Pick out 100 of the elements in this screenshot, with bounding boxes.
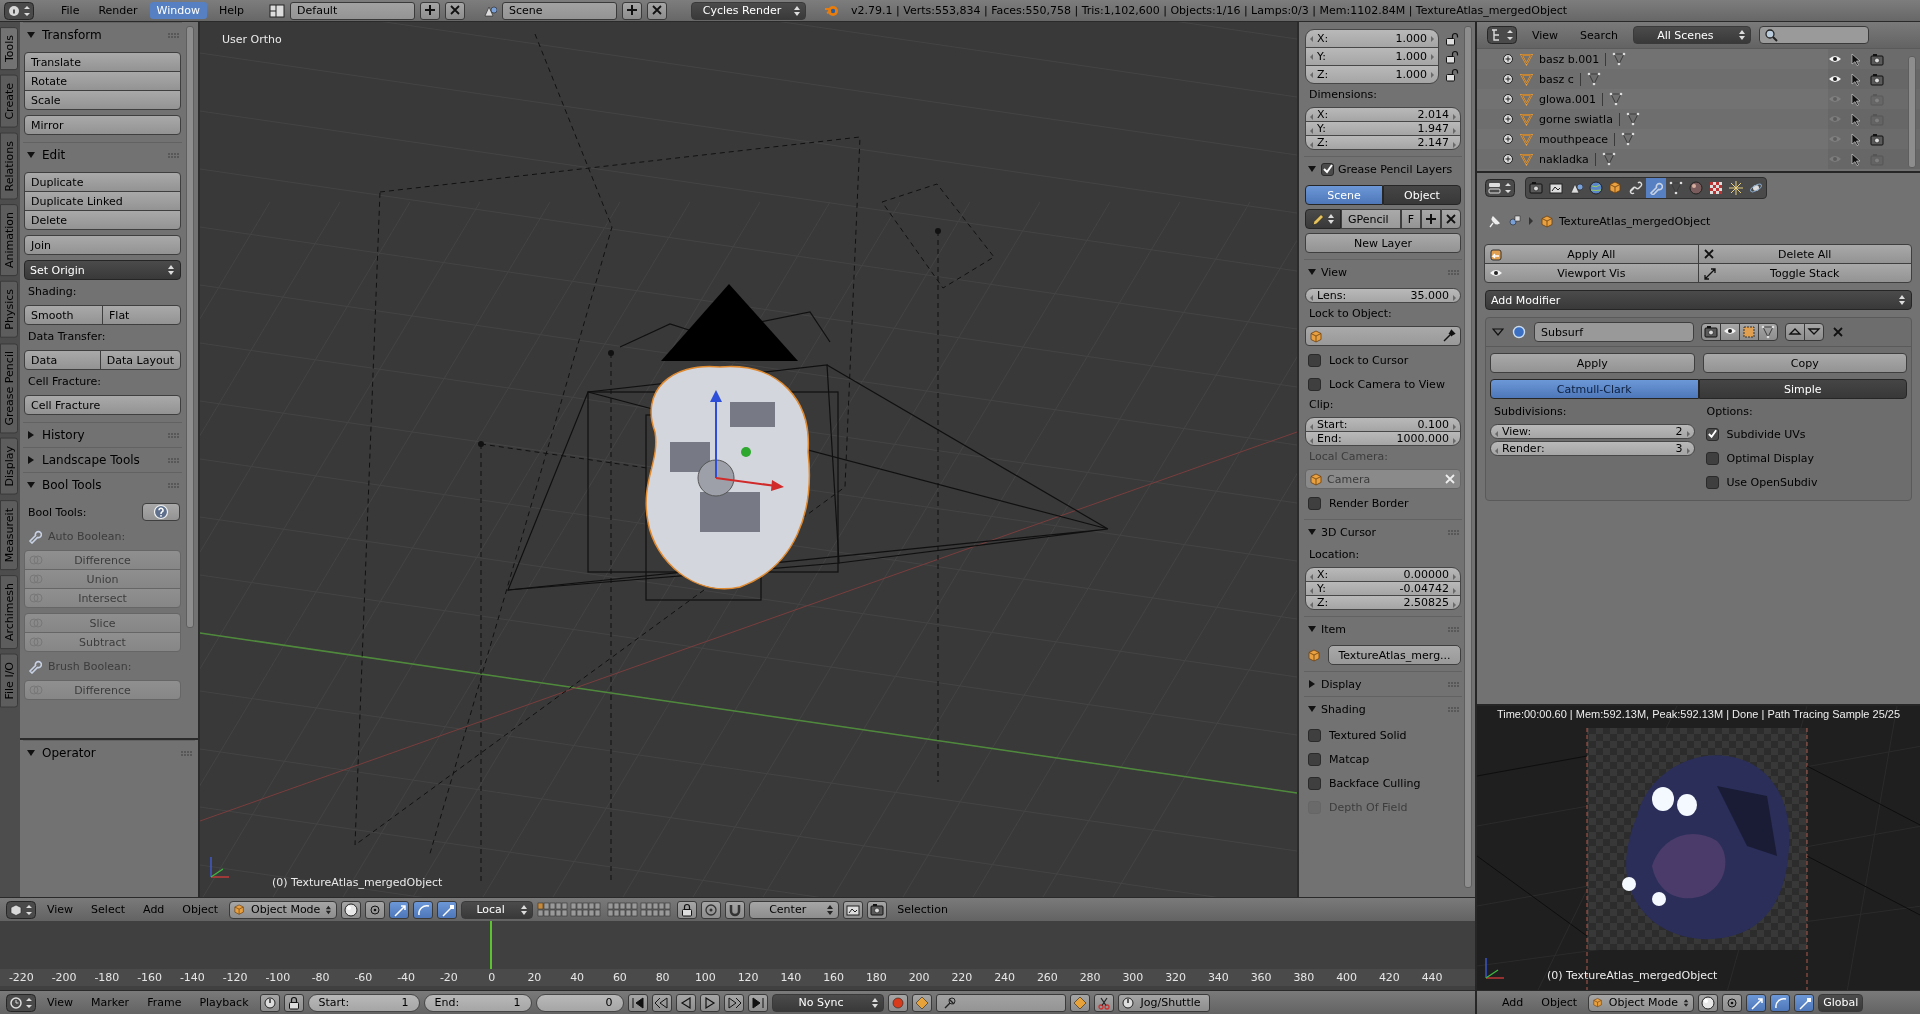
filter-dropdown[interactable]: All Scenes: [1632, 26, 1751, 44]
start-frame-field[interactable]: Start: 1: [307, 993, 420, 1012]
menu-item[interactable]: Add: [1495, 994, 1531, 1011]
action-button[interactable]: Delete All: [1697, 244, 1912, 264]
flag-button[interactable]: F: [1401, 209, 1421, 229]
tool-button[interactable]: Delete: [24, 210, 181, 230]
menu-item[interactable]: Help: [211, 2, 252, 19]
orientation-dropdown[interactable]: Global: [1818, 993, 1864, 1012]
number-field[interactable]: End: 1000.000: [1305, 431, 1461, 446]
action-button[interactable]: Apply All: [1484, 244, 1699, 264]
number-field[interactable]: Z: 2.147: [1305, 135, 1461, 150]
tool-button[interactable]: Mirror: [24, 115, 181, 135]
outliner-item[interactable]: basz c: [1539, 72, 1574, 86]
tab[interactable]: Object: [1383, 185, 1461, 205]
tool-button[interactable]: Scale: [24, 90, 181, 110]
panel-title[interactable]: Edit: [42, 148, 162, 162]
panel-title[interactable]: Transform: [42, 28, 162, 42]
menu-item[interactable]: Add: [136, 901, 172, 918]
side-tab[interactable]: Grease Pencil: [0, 342, 18, 434]
tool-button[interactable]: Data Layout: [99, 350, 181, 370]
menu-item[interactable]: Playback: [192, 994, 256, 1011]
mode-dropdown[interactable]: Object Mode: [1588, 993, 1695, 1012]
checkbox[interactable]: Lock Camera to View: [1305, 374, 1461, 394]
end-frame-field[interactable]: End: 1: [423, 993, 532, 1012]
menu-item[interactable]: Search: [1573, 26, 1625, 44]
menu-item[interactable]: Object: [1534, 994, 1585, 1011]
add-modifier-dropdown[interactable]: Add Modifier: [1485, 290, 1912, 310]
layout-field[interactable]: Default: [290, 1, 416, 20]
menu-item[interactable]: View: [1525, 26, 1566, 44]
panel-title[interactable]: Item: [1321, 622, 1444, 636]
tool-button[interactable]: Flat: [102, 305, 181, 325]
menu-item[interactable]: Frame: [140, 994, 189, 1011]
outliner-item[interactable]: basz b.001: [1539, 52, 1600, 66]
checkbox[interactable]: Textured Solid: [1305, 725, 1461, 745]
action-button[interactable]: Toggle Stack: [1697, 263, 1912, 283]
tab[interactable]: Scene: [1305, 185, 1383, 205]
side-tab[interactable]: Display: [0, 438, 18, 495]
scene-field[interactable]: Scene: [502, 1, 618, 20]
panel-title[interactable]: View: [1321, 265, 1444, 279]
modifier-button[interactable]: Apply: [1490, 353, 1695, 373]
checkbox[interactable]: Matcap: [1305, 749, 1461, 769]
menu-item[interactable]: View: [40, 901, 81, 918]
menu-item[interactable]: Render: [91, 2, 145, 19]
side-tab[interactable]: Measureit: [0, 499, 18, 571]
menu-item[interactable]: Object: [175, 901, 226, 918]
tool-button[interactable]: Translate: [24, 52, 181, 72]
checkbox[interactable]: Lock to Cursor: [1305, 350, 1461, 370]
current-frame-field[interactable]: 0: [535, 993, 624, 1012]
tool-button[interactable]: Cell Fracture: [24, 395, 181, 415]
outliner-item[interactable]: glowa.001: [1539, 92, 1596, 106]
panel-title[interactable]: Operator: [42, 746, 175, 760]
action-button[interactable]: Viewport Vis: [1484, 263, 1699, 283]
side-tab[interactable]: Physics: [0, 281, 18, 338]
tool-button[interactable]: Join: [24, 235, 181, 255]
object-name-field[interactable]: TextureAtlas_merg...: [1328, 645, 1461, 665]
checkbox[interactable]: Backface Culling: [1305, 773, 1461, 793]
tab[interactable]: Simple: [1698, 379, 1907, 399]
side-tab[interactable]: Create: [0, 75, 18, 128]
side-tab[interactable]: Animation: [0, 204, 18, 277]
panel-title[interactable]: Landscape Tools: [42, 453, 162, 467]
sync-dropdown[interactable]: No Sync: [771, 993, 884, 1012]
mode-dropdown[interactable]: Object Mode: [229, 900, 338, 919]
menu-item[interactable]: Marker: [84, 994, 137, 1011]
modifier-name-field[interactable]: Subsurf: [1534, 322, 1694, 342]
menu-item[interactable]: Window: [149, 2, 207, 19]
side-tab[interactable]: Relations: [0, 132, 18, 200]
outliner-item[interactable]: mouthpeace: [1539, 132, 1608, 146]
menu-item[interactable]: View: [40, 994, 81, 1011]
tool-button[interactable]: Duplicate Linked: [24, 191, 181, 211]
tool-button[interactable]: Data: [24, 350, 101, 370]
panel-title[interactable]: History: [42, 428, 162, 442]
tool-button[interactable]: Duplicate: [24, 172, 181, 192]
panel-title[interactable]: Shading: [1321, 702, 1444, 716]
number-field[interactable]: View: 2: [1490, 424, 1695, 439]
render-engine-dropdown[interactable]: Cycles Render: [691, 1, 807, 20]
snap-target-dropdown[interactable]: Center: [749, 900, 840, 919]
number-field[interactable]: Z: 2.50825: [1305, 595, 1461, 610]
menu-item[interactable]: Select: [84, 901, 133, 918]
modifier-button[interactable]: Copy: [1702, 353, 1907, 373]
panel-button[interactable]: New Layer: [1305, 233, 1461, 253]
number-field[interactable]: Y: 1.000: [1305, 47, 1439, 66]
number-field[interactable]: Render: 3: [1490, 441, 1695, 456]
side-tab[interactable]: Tools: [0, 27, 18, 71]
tool-button[interactable]: Rotate: [24, 71, 181, 91]
side-tab[interactable]: Archimesh: [0, 575, 18, 650]
layer-name-field[interactable]: GPencil: [1341, 209, 1401, 229]
number-field[interactable]: Z: 1.000: [1305, 65, 1439, 84]
panel-title[interactable]: Grease Pencil Layers: [1338, 162, 1459, 176]
checkbox[interactable]: Use OpenSubdiv: [1702, 472, 1907, 492]
checkbox[interactable]: Render Border: [1305, 493, 1461, 513]
tab[interactable]: Catmull-Clark: [1490, 379, 1699, 399]
number-field[interactable]: Lens: 35.000: [1305, 288, 1461, 303]
panel-title[interactable]: Bool Tools: [42, 478, 162, 492]
tool-button[interactable]: Smooth: [24, 305, 103, 325]
side-tab[interactable]: File I/O: [0, 654, 18, 708]
jog-shuttle-button[interactable]: Jog/Shuttle: [1117, 993, 1210, 1012]
checkbox[interactable]: Subdivide UVs: [1702, 424, 1907, 444]
outliner-item[interactable]: nakladka: [1539, 152, 1589, 166]
menu-item[interactable]: File: [54, 2, 87, 19]
panel-title[interactable]: 3D Cursor: [1321, 525, 1444, 539]
